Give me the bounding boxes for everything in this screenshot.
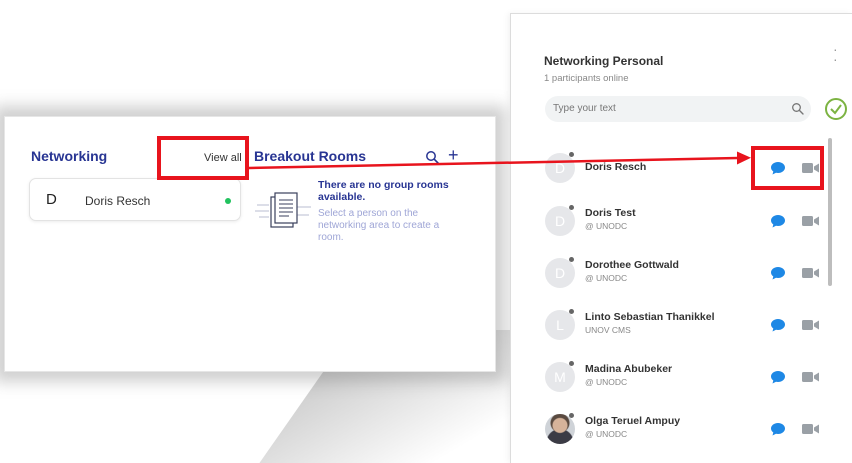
search-icon[interactable] xyxy=(791,102,804,115)
participant-name: Madina Abubeker xyxy=(585,363,673,375)
more-vertical-icon[interactable]: · · xyxy=(833,42,838,66)
participant-row[interactable]: M Madina Abubeker @ UNODC xyxy=(545,360,825,400)
search-placeholder: Type your text xyxy=(553,103,616,114)
participant-row[interactable]: D Dorothee Gottwald @ UNODC xyxy=(545,256,825,296)
chat-icon[interactable] xyxy=(770,266,786,280)
empty-rooms-hint: Select a person on the networking area t… xyxy=(318,208,440,243)
chat-icon[interactable] xyxy=(770,318,786,332)
participant-name: Doris Resch xyxy=(585,161,647,173)
video-icon[interactable] xyxy=(802,267,820,279)
networking-personal-panel: Networking Personal 1 participants onlin… xyxy=(510,13,852,463)
avatar: D xyxy=(545,206,575,236)
search-field[interactable]: Type your text xyxy=(545,96,811,122)
document-icon xyxy=(255,192,311,228)
view-all-link[interactable]: View all xyxy=(204,152,242,164)
video-icon[interactable] xyxy=(802,162,820,174)
avatar: L xyxy=(545,310,575,340)
video-icon[interactable] xyxy=(802,423,820,435)
avatar: M xyxy=(545,362,575,392)
networking-title: Networking xyxy=(31,148,108,164)
online-status-dot xyxy=(225,198,231,204)
person-initial: D xyxy=(46,191,57,208)
avatar: D xyxy=(545,258,575,288)
participant-org: @ UNODC xyxy=(585,429,628,439)
chat-icon[interactable] xyxy=(770,422,786,436)
participant-row[interactable]: D Doris Resch xyxy=(545,151,825,191)
participant-name: Doris Test xyxy=(585,207,636,219)
empty-rooms-message: There are no group rooms available. xyxy=(318,179,449,203)
participant-row[interactable]: L Linto Sebastian Thanikkel UNOV CMS xyxy=(545,308,825,348)
participant-org: @ UNODC xyxy=(585,377,628,387)
participant-org: @ UNODC xyxy=(585,273,628,283)
video-icon[interactable] xyxy=(802,371,820,383)
participant-row[interactable]: D Doris Test @ UNODC xyxy=(545,204,825,244)
status-dot xyxy=(569,152,574,157)
participant-name: Olga Teruel Ampuy xyxy=(585,415,681,427)
chat-icon[interactable] xyxy=(770,161,786,175)
networking-breakout-panel: Networking View all D Doris Resch Breako… xyxy=(4,116,496,372)
search-icon[interactable] xyxy=(425,150,439,164)
participant-org: @ UNODC xyxy=(585,221,628,231)
person-name: Doris Resch xyxy=(85,194,151,208)
panel-title: Networking Personal xyxy=(544,54,664,68)
avatar xyxy=(545,414,575,444)
check-circle-icon[interactable] xyxy=(821,96,849,122)
video-icon[interactable] xyxy=(802,319,820,331)
online-count: 1 participants online xyxy=(544,73,629,84)
status-dot xyxy=(569,413,574,418)
status-dot xyxy=(569,309,574,314)
status-dot xyxy=(569,361,574,366)
participant-org: UNOV CMS xyxy=(585,325,631,335)
chat-icon[interactable] xyxy=(770,214,786,228)
status-dot xyxy=(569,205,574,210)
breakout-rooms-title: Breakout Rooms xyxy=(254,148,367,164)
status-dot xyxy=(569,257,574,262)
video-icon[interactable] xyxy=(802,215,820,227)
participant-row[interactable]: Olga Teruel Ampuy @ UNODC xyxy=(545,412,825,452)
networking-person-card[interactable]: D Doris Resch xyxy=(29,178,241,221)
scrollbar[interactable] xyxy=(828,138,832,286)
avatar: D xyxy=(545,153,575,183)
plus-icon[interactable]: + xyxy=(448,146,459,164)
chat-icon[interactable] xyxy=(770,370,786,384)
participant-name: Dorothee Gottwald xyxy=(585,259,679,271)
participant-name: Linto Sebastian Thanikkel xyxy=(585,311,715,323)
